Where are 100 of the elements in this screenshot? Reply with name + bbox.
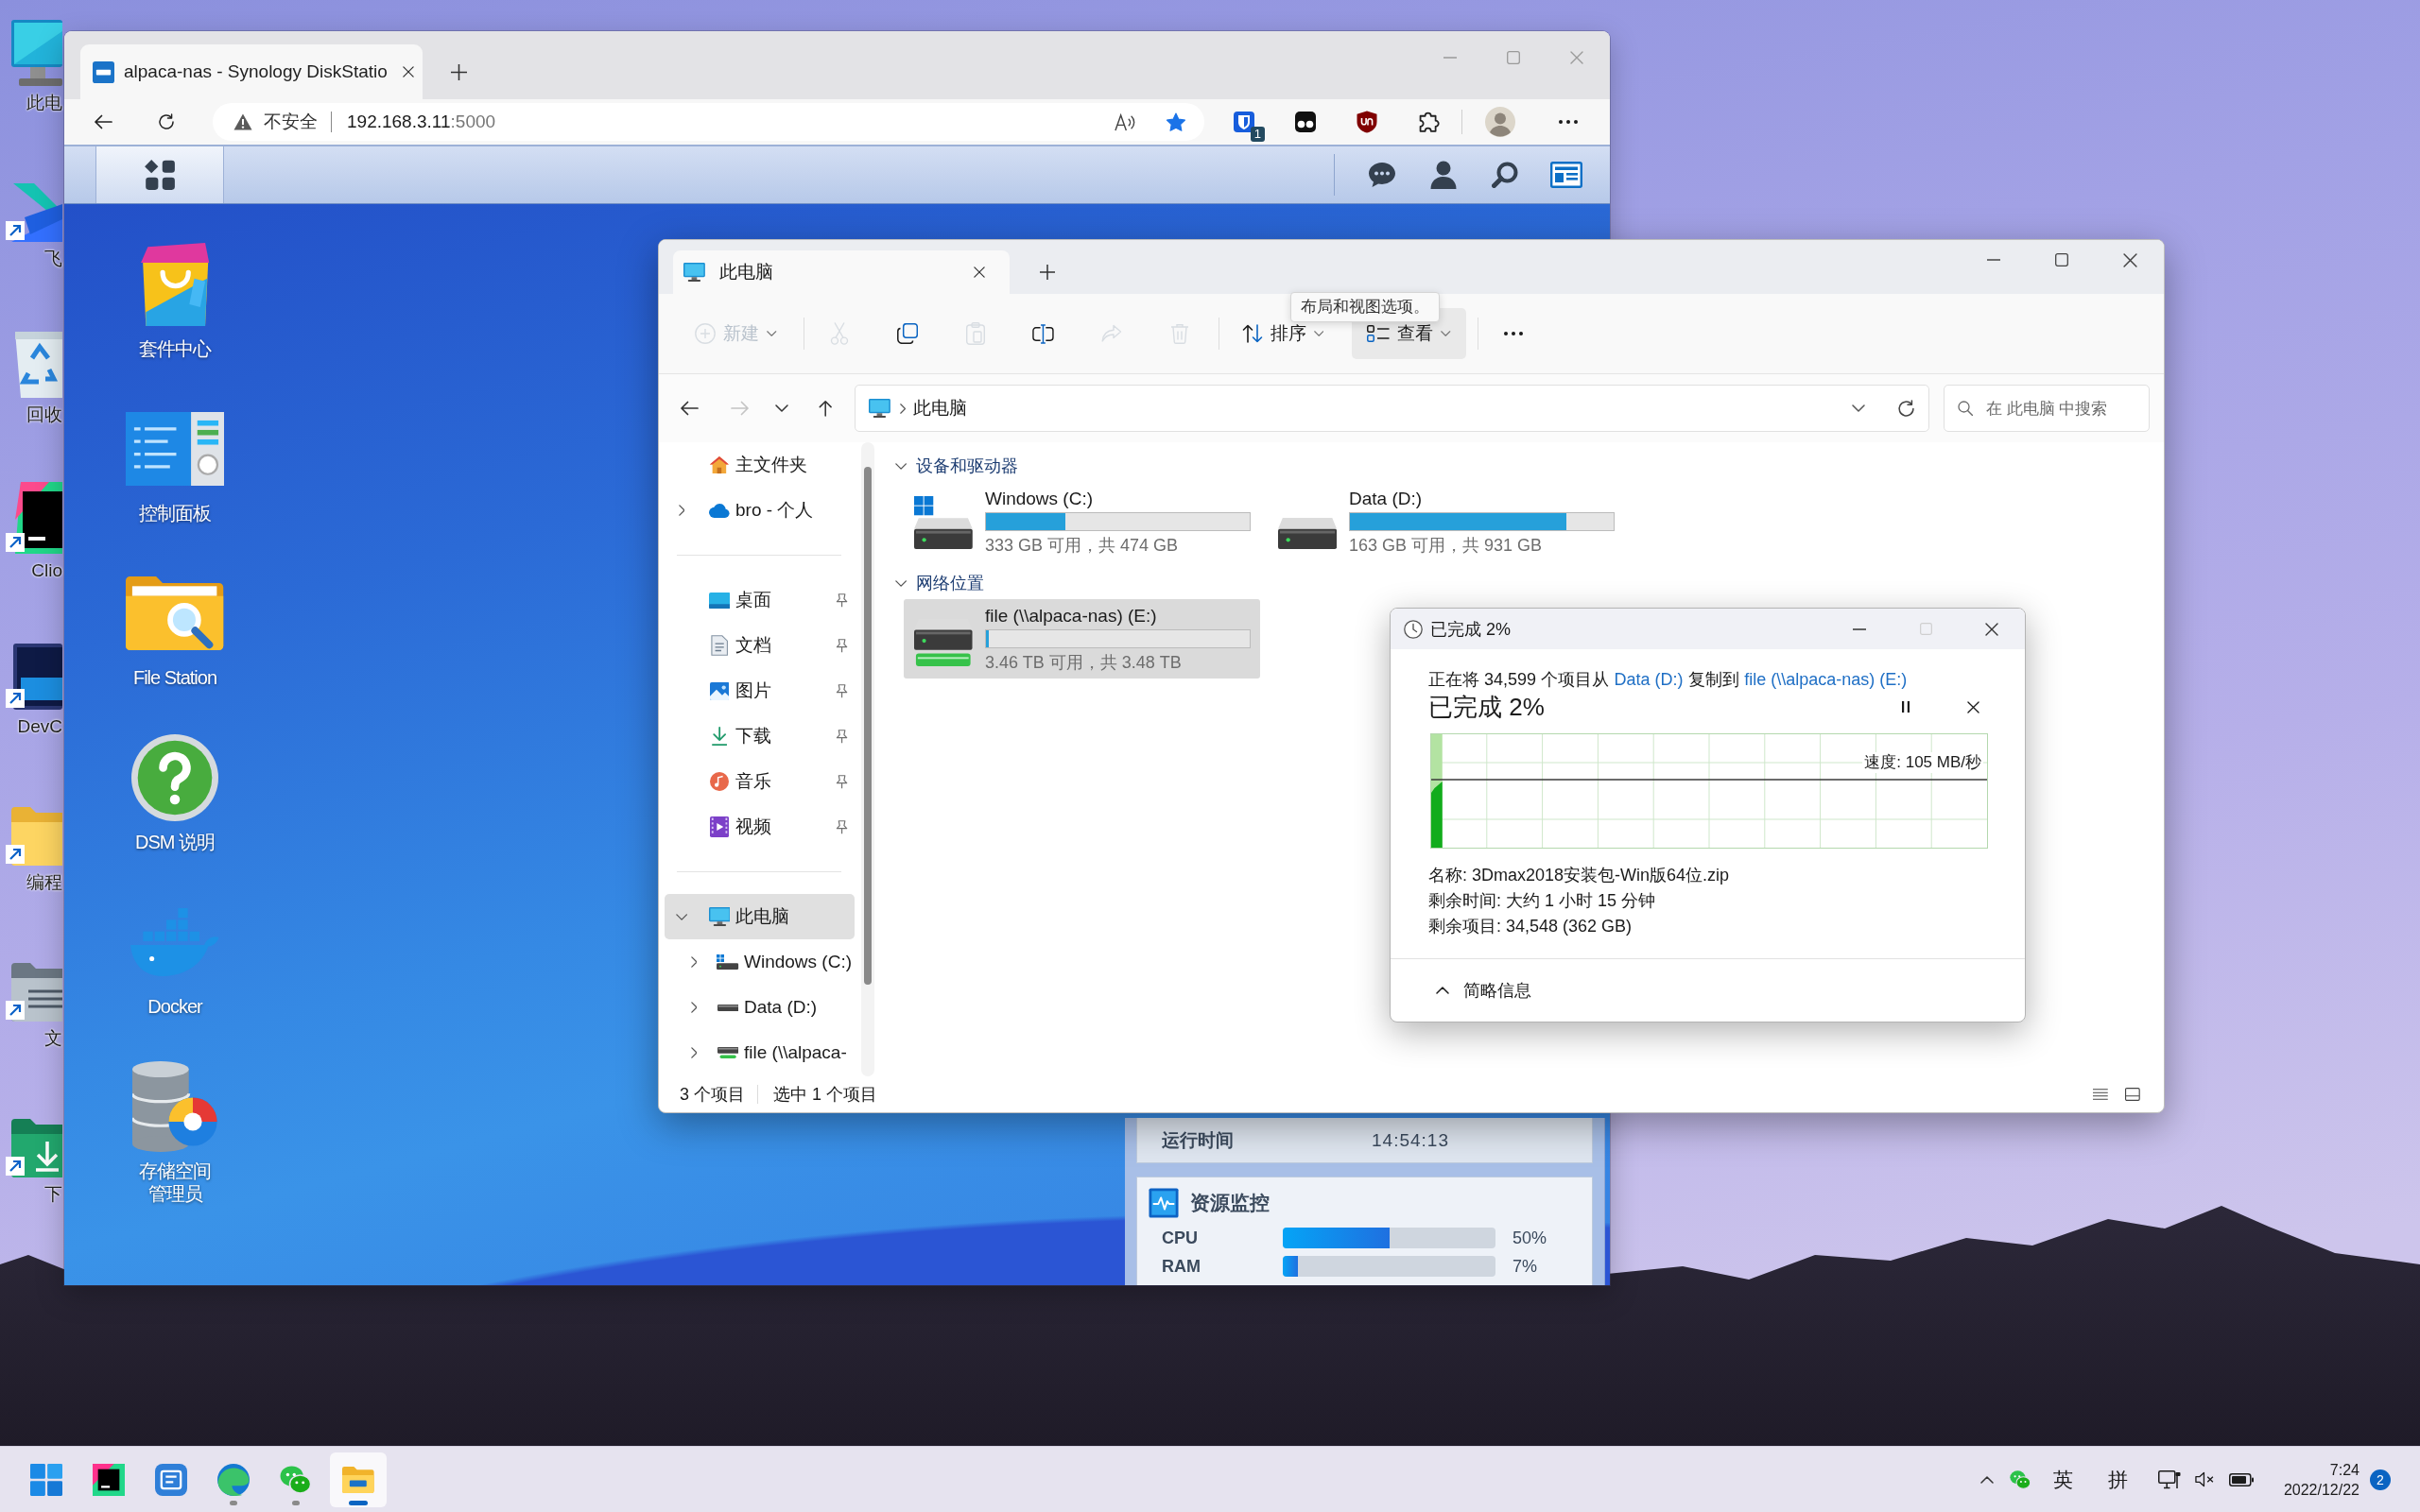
nav-item[interactable]: 此电脑 — [665, 894, 855, 939]
desktop-shortcut[interactable]: 控制面板 — [125, 404, 225, 524]
chevron-right-icon — [899, 403, 907, 414]
desktop-shortcut[interactable]: DSM 说明 — [131, 732, 218, 853]
extension-button[interactable]: 1 — [1222, 103, 1266, 141]
desktop-shortcut[interactable]: Docker — [130, 897, 220, 1018]
input-language-button[interactable]: 英 — [2036, 1458, 2089, 1501]
details-toggle-button[interactable]: 简略信息 — [1391, 959, 2025, 1022]
breadcrumb-item[interactable]: 此电脑 — [913, 396, 968, 421]
two-circles-icon — [1294, 111, 1317, 133]
nav-item[interactable]: Windows (C:) — [665, 939, 855, 985]
desktop-shortcut[interactable]: 文 — [0, 950, 64, 1050]
app-grid-icon — [144, 159, 176, 191]
back-arrow-icon — [94, 114, 112, 129]
nav-item[interactable]: 主文件夹 — [665, 442, 855, 488]
document-folder-icon — [11, 963, 62, 1022]
nav-item[interactable]: Data (D:) — [665, 985, 855, 1030]
address-field[interactable]: 不安全 192.168.3.11:5000 — [213, 103, 1204, 141]
nav-item[interactable]: 文档 — [665, 623, 855, 668]
item-count: 3 个项目 — [680, 1084, 745, 1106]
pulse-chart-icon — [1149, 1188, 1179, 1218]
drive-tile[interactable]: file (\\alpaca-nas) (E:) 3.46 TB 可用，共 3.48 TB — [904, 599, 1260, 679]
drive-name: file (\\alpaca-nas) (E:) — [985, 604, 1158, 627]
desktop-shortcut[interactable]: 飞 — [0, 170, 64, 270]
meter-reading: 7% — [1512, 1256, 1538, 1277]
widget-card-icon — [1549, 162, 1582, 188]
uptime-label: 运行时间 — [1162, 1128, 1235, 1152]
folder-icon — [11, 807, 62, 866]
drive-tile[interactable]: Data (D:) 163 GB 可用，共 931 GB — [1268, 482, 1624, 561]
house-icon — [709, 455, 730, 474]
nav-item[interactable]: file (\\alpaca- — [665, 1030, 855, 1075]
main-menu-button[interactable] — [95, 146, 224, 203]
close-icon — [2122, 252, 2137, 267]
desktop-shortcut[interactable]: File Station — [126, 568, 224, 689]
desktop-shortcut[interactable]: Clio — [0, 482, 64, 582]
browser-tab[interactable]: alpaca-nas - Synology DiskStatio — [80, 44, 423, 99]
explorer-tab[interactable]: 此电脑 — [673, 250, 1010, 294]
input-mode-button[interactable]: 拼 — [2089, 1458, 2146, 1501]
maximize-icon — [2055, 253, 2068, 266]
film-icon — [709, 816, 730, 837]
desktop-shortcut[interactable]: DevC — [0, 638, 64, 738]
meter-label: RAM — [1162, 1256, 1201, 1277]
detail-text: 剩余项目: 34,548 (362 GB) — [1428, 916, 1634, 937]
close-icon — [1569, 51, 1583, 64]
chat-bubble-icon — [1367, 162, 1396, 188]
search-icon — [1491, 162, 1518, 188]
list-lines-icon — [2093, 1088, 2108, 1101]
drive-icon — [717, 1004, 739, 1011]
nav-item[interactable]: 音乐 — [665, 759, 855, 804]
wave-logo-icon — [217, 1463, 250, 1496]
chevron-up-icon — [1436, 987, 1449, 994]
drive-space: 163 GB 可用，共 931 GB — [1349, 534, 1544, 557]
chevron-down-icon — [1852, 404, 1865, 412]
drive-tile[interactable]: Windows (C:) 333 GB 可用，共 474 GB — [904, 482, 1260, 561]
desktop-shortcut[interactable]: 此电 — [0, 14, 64, 114]
desktop-shortcut[interactable]: 编程 — [0, 794, 64, 894]
minimize-icon — [1443, 57, 1457, 59]
download-icon — [711, 727, 728, 746]
clock-date[interactable]: 2022/12/22 — [2283, 1479, 2360, 1500]
close-icon — [1966, 700, 1979, 713]
caret-down-icon — [767, 331, 777, 336]
tooltip: 布局和视图选项。 — [1290, 292, 1440, 322]
desktop-shortcut[interactable]: 套件中心 — [138, 239, 212, 360]
nav-item[interactable]: 下载 — [665, 713, 855, 759]
whale-icon — [130, 907, 220, 977]
user-icon — [1429, 161, 1457, 189]
nav-item[interactable]: 视频 — [665, 804, 855, 850]
nav-item[interactable]: bro - 个人 — [665, 488, 855, 533]
destination-link[interactable]: file (\\alpaca-nas) (E:) — [1744, 670, 1908, 689]
caret-down-icon — [1313, 331, 1323, 336]
selection-count: 选中 1 个项目 — [773, 1084, 878, 1106]
drive-name: Windows (C:) — [985, 487, 1094, 510]
address-bar[interactable]: 此电脑 — [855, 385, 1929, 432]
refresh-icon — [1896, 399, 1915, 418]
group-header[interactable]: 网络位置 — [893, 567, 2164, 599]
code-editor-icon — [11, 644, 62, 710]
monitor-cable-icon — [2158, 1469, 2181, 1489]
muted-speaker-icon — [2195, 1471, 2215, 1487]
clock-icon — [1404, 619, 1423, 639]
desktop-icon — [708, 592, 731, 609]
source-link[interactable]: Data (D:) — [1614, 670, 1684, 689]
nav-item[interactable]: 桌面 — [665, 577, 855, 623]
four-squares-icon — [30, 1463, 62, 1496]
document-icon — [710, 635, 729, 656]
computer-icon — [869, 399, 890, 418]
desktop-shortcut[interactable]: 回收 — [0, 326, 64, 426]
text-box-icon — [155, 1463, 187, 1496]
detail-text: 剩余时间: 大约 1 小时 15 分钟 — [1428, 890, 1657, 912]
nav-item[interactable]: 图片 — [665, 668, 855, 713]
search-field[interactable]: 在 此电脑 中搜索 — [1944, 385, 2150, 432]
maximize-icon — [1506, 51, 1520, 64]
read-aloud-icon — [1114, 112, 1136, 131]
chat-bubbles-icon — [2009, 1469, 2031, 1489]
detail-text: 名称: 3Dmax2018安装包-Win版64位.zip — [1428, 865, 1731, 886]
desktop-shortcut[interactable]: 下 — [0, 1106, 64, 1206]
close-icon — [402, 66, 414, 77]
notification-badge[interactable]: 2 — [2370, 1469, 2391, 1490]
clock-time[interactable]: 7:24 — [2329, 1459, 2360, 1480]
control-panel-icon — [125, 412, 225, 486]
group-header[interactable]: 设备和驱动器 — [893, 450, 2164, 482]
